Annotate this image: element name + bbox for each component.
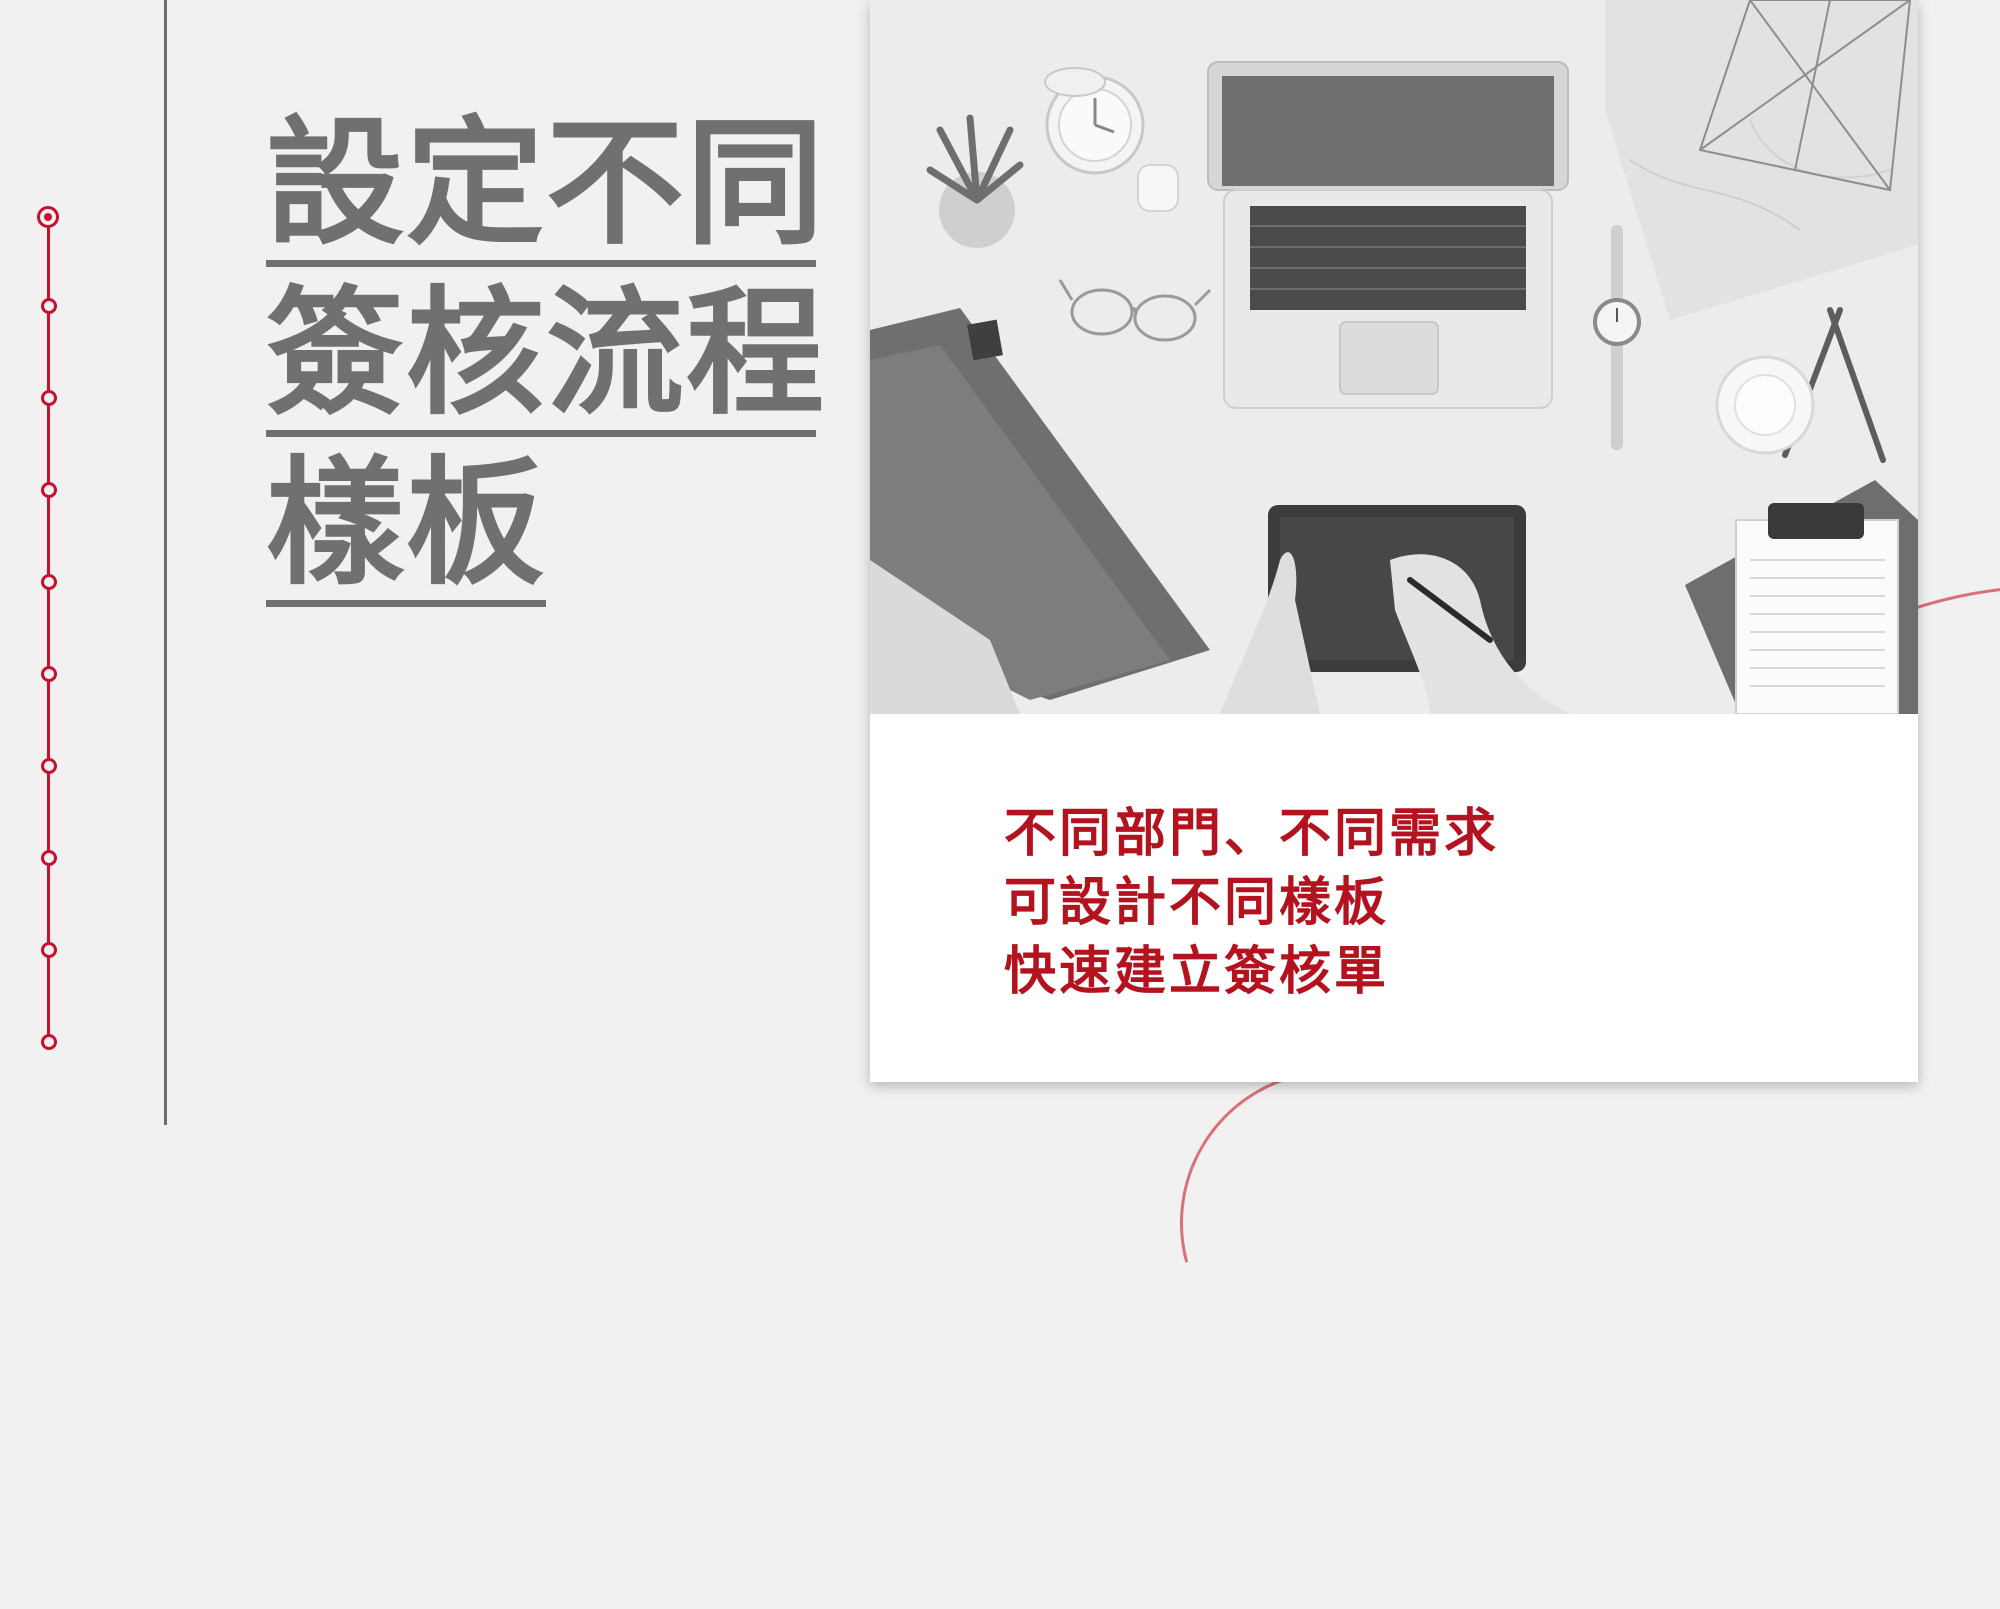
title-line-1: 設定不同 [266, 108, 824, 267]
title-line-3: 樣板 [266, 448, 547, 607]
coffee-cup-icon [1715, 355, 1815, 455]
title-line-2: 簽核流程 [266, 278, 824, 437]
timeline-dot [41, 850, 57, 866]
desk-photo-illustration [870, 0, 1918, 714]
timeline-dot [41, 1034, 57, 1050]
caption-text-block: 不同部門、不同需求 可設計不同樣板 快速建立簽核單 [1004, 800, 1499, 1007]
slide-progress-timeline [36, 200, 60, 1060]
timeline-dot [41, 942, 57, 958]
earbuds-case-icon [1137, 164, 1179, 212]
timeline-rail [47, 216, 50, 1038]
content-card: 不同部門、不同需求 可設計不同樣板 快速建立簽核單 [870, 0, 1918, 1082]
desk-photo [870, 0, 1918, 714]
timeline-dot [41, 390, 57, 406]
caption-line-3: 快速建立簽核單 [1004, 942, 1390, 1002]
timeline-dot [41, 482, 57, 498]
slide-title: 設定不同 簽核流程 樣板 [266, 108, 826, 618]
timeline-dot [41, 666, 57, 682]
timeline-dot [41, 298, 57, 314]
caption-line-1: 不同部門、不同需求 [1004, 804, 1500, 864]
timeline-dot [41, 758, 57, 774]
timeline-dot-current [37, 206, 59, 228]
caption-line-2: 可設計不同樣板 [1004, 873, 1390, 933]
timeline-dot [41, 574, 57, 590]
left-divider-line [164, 0, 167, 1125]
laptop-icon [1207, 61, 1569, 409]
